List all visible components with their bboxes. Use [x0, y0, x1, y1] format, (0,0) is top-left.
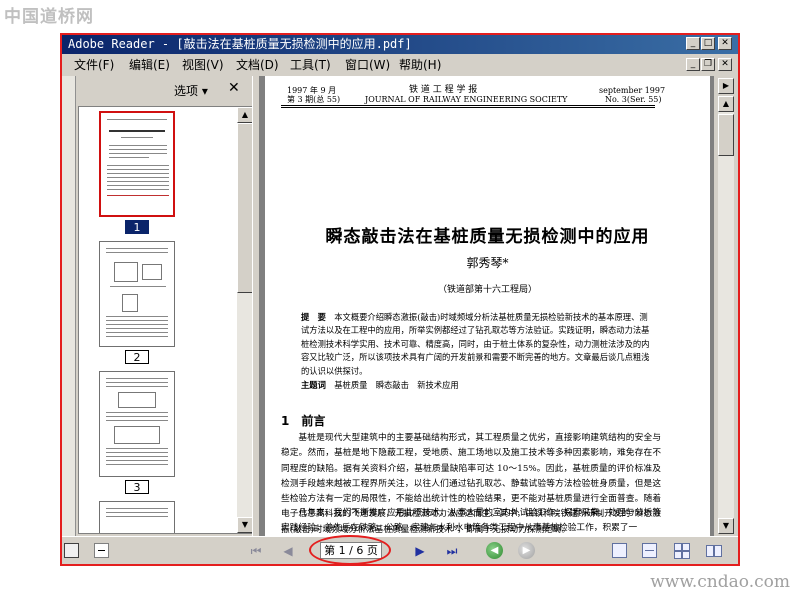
menu-edit[interactable]: 编辑(E): [129, 54, 170, 76]
keywords-text: 基桩质量 瞬态敲击 新技术应用: [334, 380, 459, 390]
previous-page-icon[interactable]: ◀: [280, 543, 296, 559]
header-month: september 1997: [599, 86, 666, 95]
abstract: 提 要 本文概要介绍瞬态激振(敲击)时域频域分析法基桩质量无损检验新技术的基本原…: [301, 311, 653, 378]
document-scrollbar-area: ▶ ▲ ▼: [714, 76, 738, 536]
thumbnail-scrollbar[interactable]: ▲ ▼: [237, 107, 253, 533]
thumbnail-label-3[interactable]: 3: [125, 480, 149, 494]
panel-splitter[interactable]: [252, 76, 260, 536]
options-menu-button[interactable]: 选项 ▾: [174, 82, 208, 99]
doc-restore-button[interactable]: ❐: [701, 58, 715, 71]
scroll-down-icon[interactable]: ▼: [237, 517, 253, 533]
header-rule: [281, 105, 655, 106]
abstract-label: 提 要: [301, 312, 326, 322]
body-paragraph-2: 几年来，我们不断推广应用此项技术，从事大量的室内外试验工作，探索采集、处理与分析…: [281, 508, 661, 534]
first-page-icon[interactable]: ⏮: [248, 543, 264, 559]
doc-scroll-right-icon[interactable]: ▶: [718, 78, 734, 94]
header-number: No. 3(Ser. 55): [605, 95, 662, 104]
page-size-icon[interactable]: [94, 543, 109, 558]
watermark-top: 中国道桥网: [4, 7, 94, 27]
doc-minimize-button[interactable]: _: [686, 58, 700, 71]
title-bar: Adobe Reader - [敲击法在基桩质量无损检测中的应用.pdf] _ …: [62, 35, 738, 54]
single-page-icon[interactable]: [612, 543, 627, 558]
document-scrollbar[interactable]: ▲ ▼: [718, 96, 734, 534]
menu-file[interactable]: 文件(F): [74, 54, 114, 76]
facing-icon[interactable]: [674, 543, 690, 559]
keywords: 主题词 基桩质量 瞬态敲击 新技术应用: [301, 379, 459, 391]
fit-width-icon[interactable]: [64, 543, 79, 558]
thumbnail-label-1[interactable]: 1: [125, 220, 149, 234]
annotation-circle: [309, 535, 391, 564]
menu-document[interactable]: 文档(D): [236, 54, 279, 76]
doc-scroll-up-icon[interactable]: ▲: [718, 96, 734, 112]
menu-tools[interactable]: 工具(T): [290, 54, 331, 76]
reader-window: Adobe Reader - [敲击法在基桩质量无损检测中的应用.pdf] _ …: [60, 33, 740, 566]
minimize-button[interactable]: _: [686, 37, 700, 50]
navigation-tabs-strip[interactable]: [62, 76, 76, 536]
pages-panel: 选项 ▾ ✕ 1 2 3 ▲ ▼: [62, 76, 254, 536]
menu-bar: 文件(F) 编辑(E) 视图(V) 文档(D) 工具(T) 窗口(W) 帮助(H…: [62, 54, 738, 76]
abstract-text: 本文概要介绍瞬态激振(敲击)时域频域分析法基桩质量无损检验新技术的基本原理、测试…: [301, 312, 650, 376]
thumbnail-page-4[interactable]: [99, 501, 175, 533]
menu-help[interactable]: 帮助(H): [399, 54, 441, 76]
window-title: Adobe Reader - [敲击法在基桩质量无损检测中的应用.pdf]: [68, 37, 412, 51]
document-scroll-thumb[interactable]: [718, 114, 734, 156]
thumbnail-list: 1 2 3 ▲ ▼: [78, 106, 254, 534]
paper-title: 瞬态敲击法在基桩质量无损检测中的应用: [325, 227, 650, 247]
maximize-button[interactable]: □: [701, 37, 715, 50]
panel-close-icon[interactable]: ✕: [228, 80, 240, 96]
panel-header: 选项 ▾ ✕: [76, 76, 252, 106]
thumbnail-page-2[interactable]: [99, 241, 175, 347]
keywords-label: 主题词: [301, 380, 326, 390]
doc-scroll-down-icon[interactable]: ▼: [718, 518, 734, 534]
menu-window[interactable]: 窗口(W): [345, 54, 390, 76]
thumbnail-page-1[interactable]: [99, 111, 175, 217]
thumbnail-label-2[interactable]: 2: [125, 350, 149, 364]
close-button[interactable]: ✕: [718, 37, 732, 50]
document-view[interactable]: 1997 年 9 月 第 3 期(总 55) 铁 道 工 程 学 报 JOURN…: [260, 76, 714, 536]
thumbnail-scroll-thumb[interactable]: [237, 123, 253, 293]
header-journal-en: JOURNAL OF RAILWAY ENGINEERING SOCIETY: [365, 95, 568, 104]
continuous-facing-icon[interactable]: [706, 543, 722, 558]
thumbnail-page-3[interactable]: [99, 371, 175, 477]
scroll-up-icon[interactable]: ▲: [237, 107, 253, 123]
paper-affiliation: （铁道部第十六工程局）: [437, 285, 537, 295]
watermark-bottom: www.cndao.com: [650, 572, 790, 592]
next-page-icon[interactable]: ▶: [412, 543, 428, 559]
last-page-icon[interactable]: ⏭: [444, 543, 460, 559]
header-journal-cn: 铁 道 工 程 学 报: [409, 85, 478, 95]
go-back-icon[interactable]: ◀: [486, 542, 503, 559]
header-rule-2: [281, 107, 655, 108]
doc-close-button[interactable]: ✕: [718, 58, 732, 71]
paper-author: 郭秀琴*: [466, 256, 509, 270]
section-heading: 1 前言: [281, 414, 326, 428]
header-issue: 第 3 期(总 55): [287, 95, 341, 104]
continuous-icon[interactable]: [642, 543, 657, 558]
menu-view[interactable]: 视图(V): [182, 54, 224, 76]
header-date: 1997 年 9 月: [287, 86, 337, 95]
status-toolbar: ⏮ ◀ 第 1 / 6 页 ▶ ⏭ ◀ ▶: [62, 535, 738, 564]
go-forward-icon[interactable]: ▶: [518, 542, 535, 559]
pdf-page: 1997 年 9 月 第 3 期(总 55) 铁 道 工 程 学 报 JOURN…: [265, 76, 710, 536]
